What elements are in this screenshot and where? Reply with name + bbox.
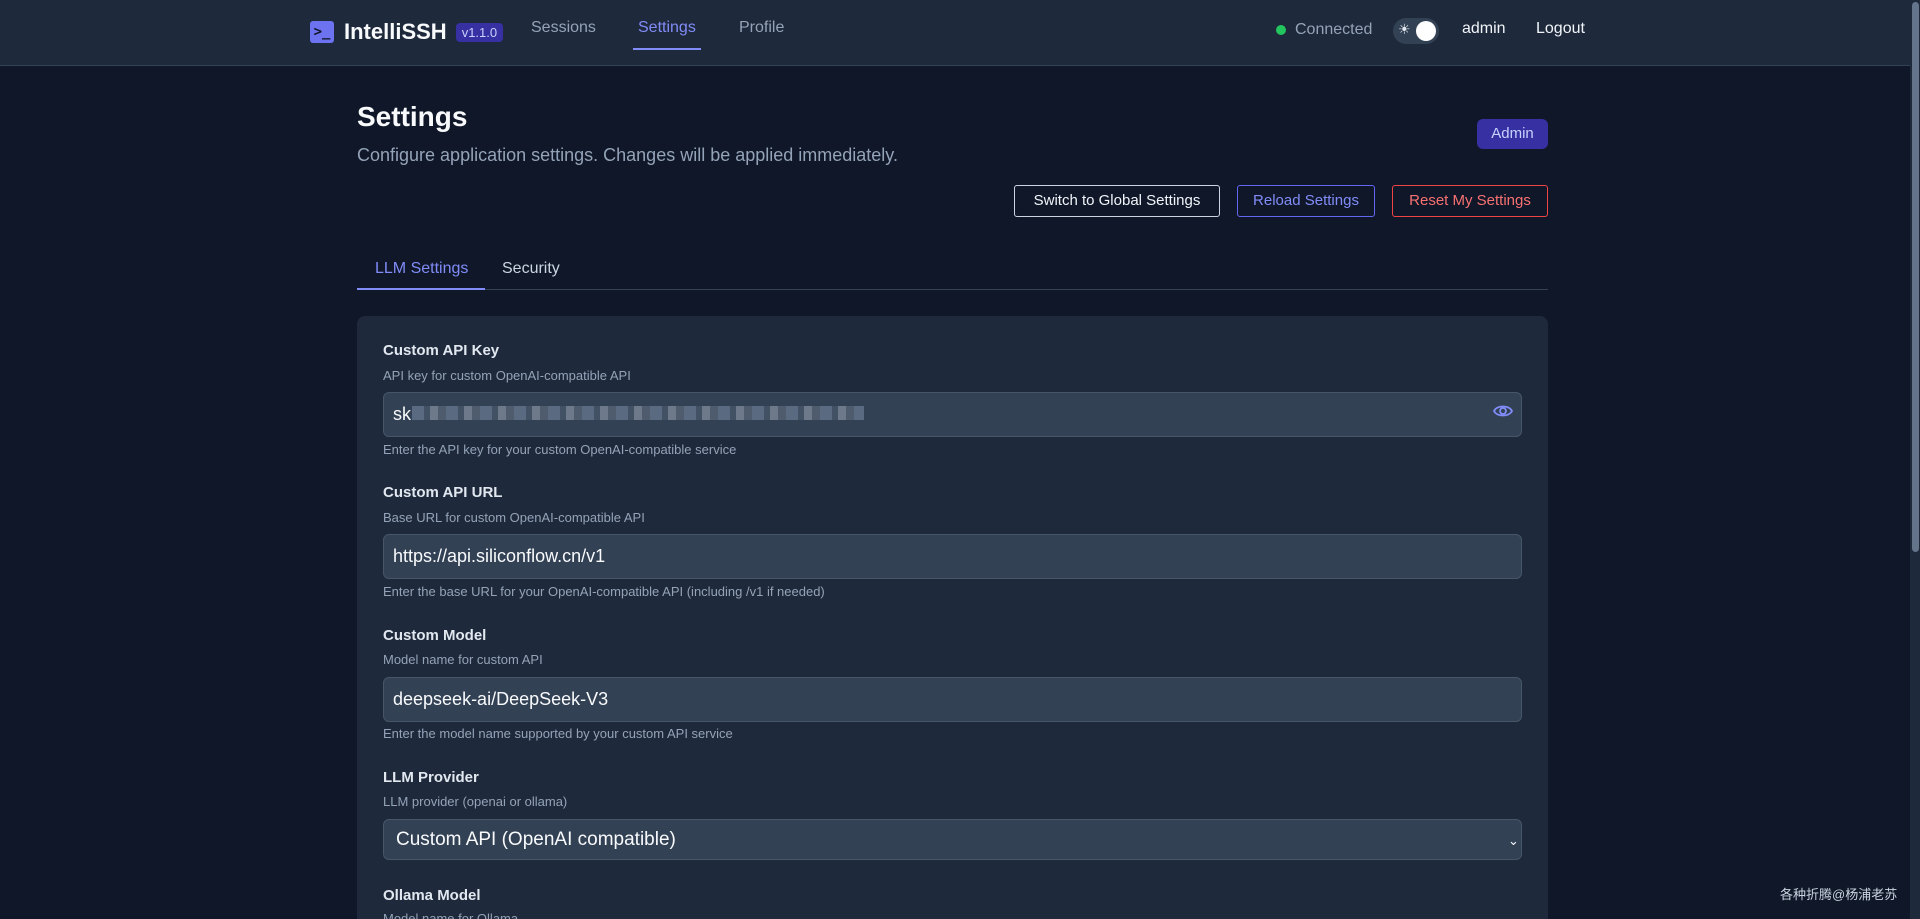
tab-security[interactable]: Security	[502, 260, 560, 278]
theme-toggle[interactable]: ☀	[1393, 18, 1439, 44]
connection-status: Connected	[1276, 21, 1372, 39]
app-name: IntelliSSH	[344, 19, 447, 44]
field-label: Custom API Key	[383, 342, 500, 359]
custom-model-value: deepseek-ai/DeepSeek-V3	[393, 689, 609, 709]
field-description: API key for custom OpenAI-compatible API	[383, 368, 631, 383]
reload-settings-button[interactable]: Reload Settings	[1237, 185, 1375, 217]
page-title: Settings	[357, 101, 468, 132]
terminal-icon: >_	[310, 21, 334, 43]
username[interactable]: admin	[1462, 20, 1506, 38]
scrollbar-thumb[interactable]	[1912, 2, 1919, 552]
switch-global-settings-button[interactable]: Switch to Global Settings	[1014, 185, 1220, 217]
llm-provider-value: Custom API (OpenAI compatible)	[396, 829, 676, 850]
nav-active-indicator	[633, 48, 701, 50]
field-description: Model name for custom API	[383, 652, 543, 667]
eye-icon[interactable]	[1493, 403, 1513, 419]
tabs-divider	[357, 289, 1548, 290]
tab-active-indicator	[357, 288, 485, 290]
custom-model-input[interactable]: deepseek-ai/DeepSeek-V3	[383, 677, 1522, 722]
watermark: 各种折腾@杨浦老苏	[1780, 887, 1898, 902]
page-subtitle: Configure application settings. Changes …	[357, 145, 898, 165]
status-dot-icon	[1276, 25, 1286, 35]
field-label: Ollama Model	[383, 887, 481, 904]
llm-provider-select[interactable]: Custom API (OpenAI compatible)	[383, 819, 1522, 860]
masked-api-key	[412, 406, 864, 420]
nav-settings[interactable]: Settings	[638, 19, 696, 37]
api-url-input[interactable]: https://api.siliconflow.cn/v1	[383, 534, 1522, 579]
field-description: LLM provider (openai or ollama)	[383, 794, 568, 809]
admin-badge: Admin	[1477, 119, 1548, 149]
field-help: Enter the base URL for your OpenAI-compa…	[383, 584, 825, 599]
field-help: Enter the API key for your custom OpenAI…	[383, 442, 737, 457]
api-url-value: https://api.siliconflow.cn/v1	[393, 546, 606, 566]
logout-button[interactable]: Logout	[1536, 20, 1585, 38]
sun-icon: ☀	[1398, 21, 1411, 37]
chevron-down-icon: ⌄	[1508, 833, 1519, 848]
field-description: Model name for Ollama	[383, 911, 519, 919]
field-label: Custom Model	[383, 627, 487, 644]
brand[interactable]: >_ IntelliSSH v1.1.0	[310, 19, 504, 45]
status-text: Connected	[1295, 21, 1373, 38]
nav-sessions[interactable]: Sessions	[531, 19, 596, 37]
api-key-value: sk	[393, 404, 411, 424]
field-description: Base URL for custom OpenAI-compatible AP…	[383, 510, 645, 525]
field-label: Custom API URL	[383, 484, 503, 501]
version-badge: v1.1.0	[455, 22, 504, 42]
top-navbar: >_ IntelliSSH v1.1.0 Sessions Settings P…	[0, 0, 1910, 66]
field-help: Enter the model name supported by your c…	[383, 726, 733, 741]
toggle-knob	[1416, 21, 1436, 41]
nav-profile[interactable]: Profile	[739, 19, 784, 37]
field-label: LLM Provider	[383, 769, 479, 786]
reset-settings-button[interactable]: Reset My Settings	[1392, 185, 1548, 217]
tab-llm-settings[interactable]: LLM Settings	[375, 260, 468, 278]
